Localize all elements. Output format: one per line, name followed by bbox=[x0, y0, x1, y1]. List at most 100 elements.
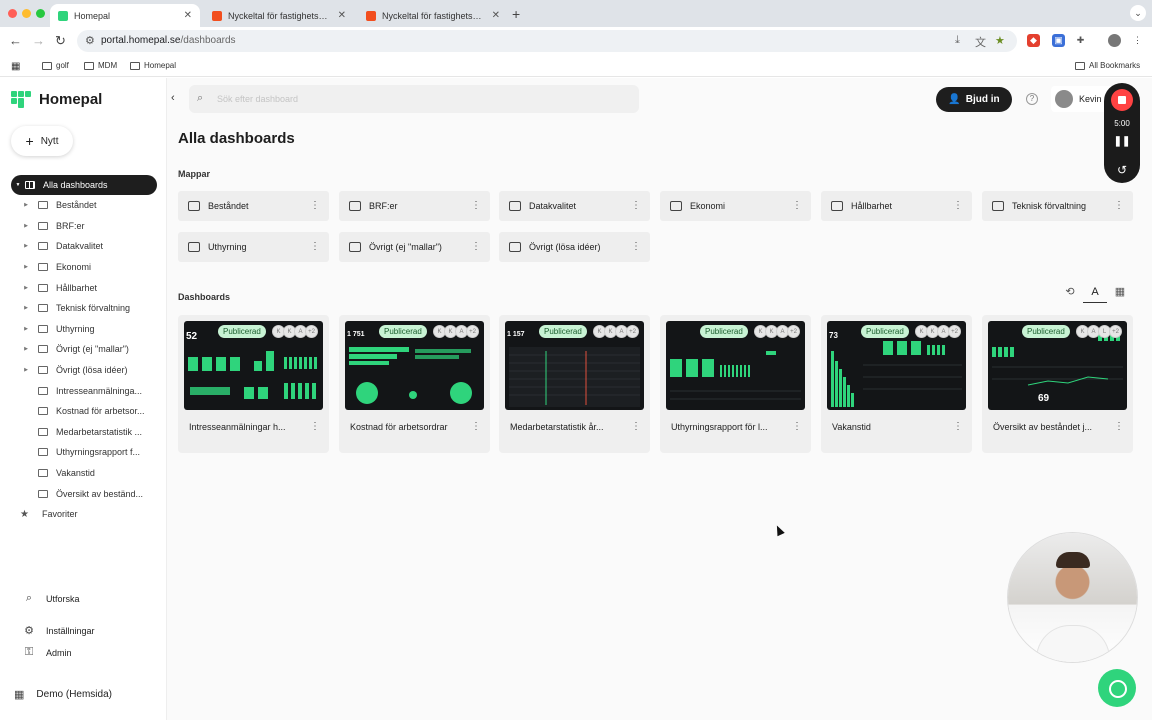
new-button[interactable]: + Nytt bbox=[11, 126, 73, 156]
close-tab-icon[interactable]: ✕ bbox=[184, 10, 192, 21]
more-options-icon[interactable]: ⋮ bbox=[468, 422, 484, 432]
close-window-button[interactable] bbox=[8, 9, 17, 18]
address-bar[interactable]: ⚙ portal.homepal.se/dashboards ⤓ 文 ★ bbox=[77, 30, 1017, 52]
more-options-icon[interactable]: ⋮ bbox=[1111, 201, 1127, 211]
help-icon[interactable]: ? bbox=[1026, 93, 1038, 105]
more-options-icon[interactable]: ⋮ bbox=[950, 201, 966, 211]
close-tab-icon[interactable]: ✕ bbox=[338, 10, 346, 21]
browser-tab-homepal[interactable]: Homepal ✕ bbox=[50, 4, 200, 27]
caret-right-icon[interactable]: ▶ bbox=[19, 326, 33, 332]
browser-tab-figma-2[interactable]: Nyckeltal för fastighetsbolag ✕ bbox=[358, 4, 508, 27]
calendar-icon[interactable]: ▦ bbox=[1108, 281, 1132, 303]
caret-down-icon[interactable]: ▼ bbox=[11, 182, 25, 188]
restart-icon[interactable]: ↺ bbox=[1104, 163, 1140, 177]
more-options-icon[interactable]: ⋮ bbox=[307, 422, 323, 432]
dashboard-card[interactable]: 69 Publicerad K A L +2 Översikt av bestånde… bbox=[982, 315, 1133, 453]
sidebar-item-brf[interactable]: ▶ BRF:er bbox=[11, 216, 157, 237]
chat-support-button[interactable] bbox=[1098, 669, 1136, 707]
more-options-icon[interactable]: ⋮ bbox=[628, 242, 644, 252]
sidebar-item-ekonomi[interactable]: ▶ Ekonomi bbox=[11, 257, 157, 278]
bookmark-mdm[interactable]: MDM bbox=[84, 61, 117, 70]
folder-card[interactable]: Uthyrning ⋮ bbox=[178, 232, 329, 262]
extension-icon[interactable]: ◆ bbox=[1027, 34, 1040, 47]
extensions-puzzle-icon[interactable]: ✚ bbox=[1074, 34, 1087, 47]
tab-search-icon[interactable]: ⌄ bbox=[1130, 5, 1146, 21]
dashboard-card[interactable]: 1 751 Publicerad K K A +2 Kostnad för arbet… bbox=[339, 315, 490, 453]
sidebar-item-uthyrning[interactable]: ▶ Uthyrning bbox=[11, 319, 157, 340]
more-options-icon[interactable]: ⋮ bbox=[950, 422, 966, 432]
more-options-icon[interactable]: ⋮ bbox=[307, 242, 323, 252]
bookmark-star-icon[interactable]: ★ bbox=[995, 34, 1005, 47]
forward-icon[interactable]: → bbox=[32, 33, 45, 48]
sidebar-item-dashboard[interactable]: Vakanstid bbox=[11, 463, 157, 484]
site-settings-icon[interactable]: ⚙ bbox=[85, 34, 95, 47]
sidebar-item-bestandet[interactable]: ▶ Beståndet bbox=[11, 195, 157, 216]
caret-right-icon[interactable]: ▶ bbox=[19, 367, 33, 373]
all-bookmarks[interactable]: All Bookmarks bbox=[1075, 61, 1140, 70]
close-tab-icon[interactable]: ✕ bbox=[492, 10, 500, 21]
sidebar-item-ovrigt-ej-mallar[interactable]: ▶ Övrigt (ej "mallar") bbox=[11, 339, 157, 360]
sidebar-item-admin[interactable]: ⚿ Admin bbox=[22, 646, 152, 659]
extension-icon[interactable]: ▣ bbox=[1052, 34, 1065, 47]
more-options-icon[interactable]: ⋮ bbox=[468, 201, 484, 211]
webcam-bubble[interactable] bbox=[1008, 533, 1137, 662]
sidebar-item-explore[interactable]: ⌕ Utforska bbox=[22, 592, 152, 605]
sidebar-item-settings[interactable]: ⚙ Inställningar bbox=[22, 624, 152, 637]
stop-recording-button[interactable] bbox=[1111, 89, 1133, 111]
bookmark-homepal[interactable]: Homepal bbox=[130, 61, 176, 70]
dashboard-card[interactable]: 1 157 Publicerad K K A +2 Medarbetarstatist… bbox=[499, 315, 650, 453]
more-options-icon[interactable]: ⋮ bbox=[628, 422, 644, 432]
apps-grid-icon[interactable]: ▦ bbox=[11, 61, 20, 72]
new-tab-icon[interactable]: + bbox=[512, 6, 520, 22]
folder-card[interactable]: Teknisk förvaltning ⋮ bbox=[982, 191, 1133, 221]
sort-alphabetical-icon[interactable]: A bbox=[1083, 281, 1107, 303]
caret-right-icon[interactable]: ▶ bbox=[19, 243, 33, 249]
browser-menu-icon[interactable]: ⋮ bbox=[1131, 34, 1144, 47]
sidebar-item-teknisk-forvaltning[interactable]: ▶ Teknisk förvaltning bbox=[11, 298, 157, 319]
folder-card[interactable]: Hållbarhet ⋮ bbox=[821, 191, 972, 221]
minimize-window-button[interactable] bbox=[22, 9, 31, 18]
caret-right-icon[interactable]: ▶ bbox=[19, 264, 33, 270]
more-options-icon[interactable]: ⋮ bbox=[628, 201, 644, 211]
pause-icon[interactable]: ❚❚ bbox=[1104, 136, 1140, 147]
invite-button[interactable]: 👤 Bjud in bbox=[936, 87, 1012, 112]
organization-switcher[interactable]: ▦ Demo (Hemsida) bbox=[14, 688, 112, 701]
sidebar-item-dashboard[interactable]: Uthyrningsrapport f... bbox=[11, 442, 157, 463]
more-options-icon[interactable]: ⋮ bbox=[789, 422, 805, 432]
sidebar-item-datakvalitet[interactable]: ▶ Datakvalitet bbox=[11, 236, 157, 257]
dashboard-card[interactable]: Publicerad K K A +2 Uthyrningsrapport för l… bbox=[660, 315, 811, 453]
more-options-icon[interactable]: ⋮ bbox=[468, 242, 484, 252]
homepal-logo[interactable]: Homepal bbox=[11, 91, 102, 108]
collapse-sidebar-icon[interactable]: ‹ bbox=[171, 92, 175, 104]
dashboard-search[interactable]: ⌕ bbox=[189, 85, 639, 113]
caret-right-icon[interactable]: ▶ bbox=[19, 305, 33, 311]
caret-right-icon[interactable]: ▶ bbox=[19, 223, 33, 229]
folder-card[interactable]: Övrigt (lösa idéer) ⋮ bbox=[499, 232, 650, 262]
folder-card[interactable]: Ekonomi ⋮ bbox=[660, 191, 811, 221]
caret-right-icon[interactable]: ▶ bbox=[19, 285, 33, 291]
search-input[interactable] bbox=[217, 91, 617, 107]
sidebar-item-favorites[interactable]: ★ Favoriter bbox=[11, 504, 157, 525]
browser-tab-figma-1[interactable]: Nyckeltal för fastighetsbolag ✕ bbox=[204, 4, 354, 27]
sidebar-item-dashboard[interactable]: Intresseanmälninga... bbox=[11, 380, 157, 401]
reload-icon[interactable]: ↻ bbox=[55, 33, 66, 49]
sidebar-item-alla-dashboards[interactable]: ▼ Alla dashboards bbox=[11, 175, 157, 195]
more-options-icon[interactable]: ⋮ bbox=[1111, 422, 1127, 432]
sidebar-item-dashboard[interactable]: Medarbetarstatistik ... bbox=[11, 422, 157, 443]
caret-right-icon[interactable]: ▶ bbox=[19, 346, 33, 352]
sidebar-item-hallbarhet[interactable]: ▶ Hållbarhet bbox=[11, 277, 157, 298]
bookmark-golf[interactable]: golf bbox=[42, 61, 69, 70]
translate-icon[interactable]: 文 bbox=[975, 34, 986, 50]
caret-right-icon[interactable]: ▶ bbox=[19, 202, 33, 208]
folder-card[interactable]: Datakvalitet ⋮ bbox=[499, 191, 650, 221]
dashboard-card[interactable]: 52 Publicerad K K A +2 Intresseanmälningar … bbox=[178, 315, 329, 453]
sidebar-item-ovrigt-losa-ideer[interactable]: ▶ Övrigt (lösa idéer) bbox=[11, 360, 157, 381]
back-icon[interactable]: ← bbox=[9, 33, 22, 48]
zoom-window-button[interactable] bbox=[36, 9, 45, 18]
dashboard-card[interactable]: 73 Publicerad K K A +2 Vakanstid ⋮ bbox=[821, 315, 972, 453]
folder-card[interactable]: BRF:er ⋮ bbox=[339, 191, 490, 221]
sidebar-item-dashboard[interactable]: Översikt av beständ... bbox=[11, 483, 157, 504]
install-app-icon[interactable]: ⤓ bbox=[955, 34, 960, 47]
sidebar-item-dashboard[interactable]: Kostnad för arbetsor... bbox=[11, 401, 157, 422]
folder-card[interactable]: Beståndet ⋮ bbox=[178, 191, 329, 221]
